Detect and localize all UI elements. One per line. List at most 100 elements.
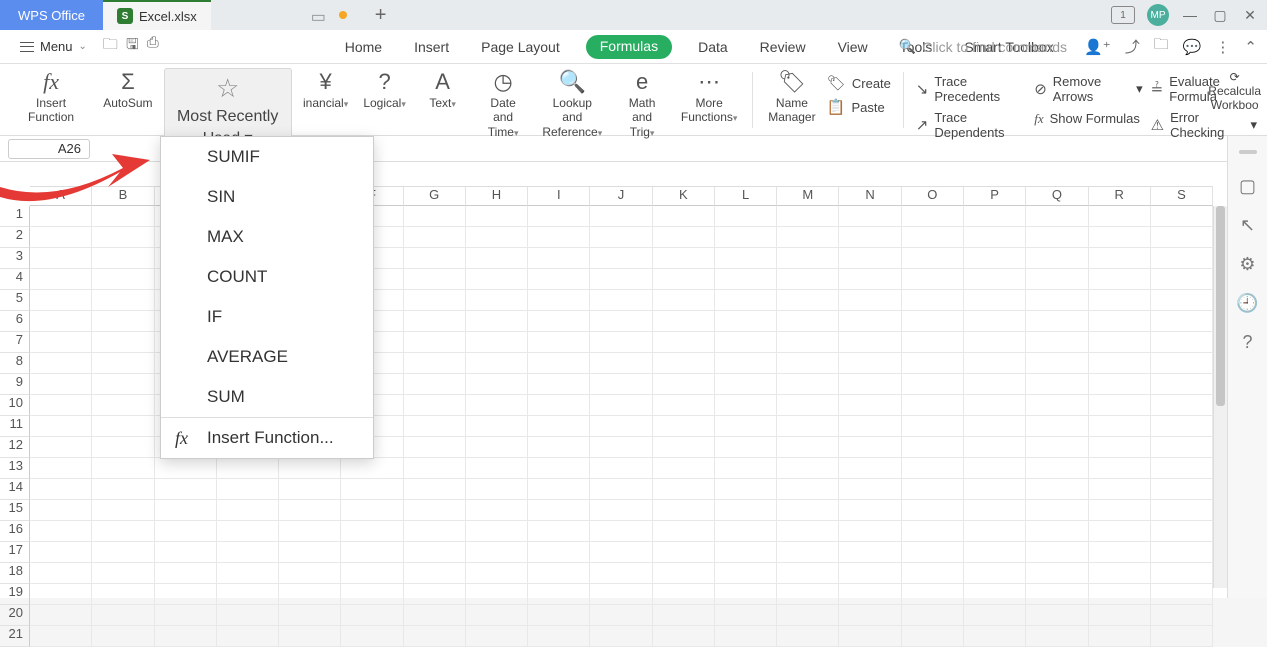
cell[interactable] <box>715 458 777 479</box>
cell[interactable] <box>1151 584 1213 605</box>
cell[interactable] <box>715 584 777 605</box>
cell[interactable] <box>466 605 528 626</box>
cell[interactable] <box>528 269 590 290</box>
cell[interactable] <box>528 542 590 563</box>
cell[interactable] <box>964 227 1026 248</box>
cell[interactable] <box>777 353 839 374</box>
cell[interactable] <box>1026 311 1088 332</box>
cell[interactable] <box>715 374 777 395</box>
cell[interactable] <box>30 206 92 227</box>
cell[interactable] <box>217 479 279 500</box>
cell[interactable] <box>1089 521 1151 542</box>
cell[interactable] <box>466 542 528 563</box>
col-header[interactable]: K <box>653 186 715 206</box>
cell[interactable] <box>777 290 839 311</box>
cell[interactable] <box>279 500 341 521</box>
cell[interactable] <box>30 332 92 353</box>
cell[interactable] <box>964 437 1026 458</box>
cell[interactable] <box>964 605 1026 626</box>
cell[interactable] <box>217 521 279 542</box>
cell[interactable] <box>1089 269 1151 290</box>
close-button[interactable]: ✕ <box>1241 6 1259 24</box>
cell[interactable] <box>902 395 964 416</box>
cell[interactable] <box>1026 605 1088 626</box>
folder-icon[interactable]: 🗀 <box>1154 34 1169 59</box>
cell[interactable] <box>404 584 466 605</box>
cell[interactable] <box>715 248 777 269</box>
cell[interactable] <box>155 521 217 542</box>
cell[interactable] <box>404 353 466 374</box>
cell[interactable] <box>1151 395 1213 416</box>
cell[interactable] <box>839 437 901 458</box>
scrollbar-thumb[interactable] <box>1216 206 1225 406</box>
cell[interactable] <box>404 563 466 584</box>
cell[interactable] <box>902 269 964 290</box>
cell[interactable] <box>1089 353 1151 374</box>
cell[interactable] <box>902 626 964 647</box>
cell[interactable] <box>590 584 652 605</box>
cell[interactable] <box>1089 479 1151 500</box>
row-header[interactable]: 9 <box>0 374 30 395</box>
window-counter[interactable]: 1 <box>1111 6 1135 24</box>
cell[interactable] <box>590 605 652 626</box>
cell[interactable] <box>466 227 528 248</box>
cell[interactable] <box>528 248 590 269</box>
col-header[interactable]: I <box>528 186 590 206</box>
cell[interactable] <box>92 269 154 290</box>
chat-icon[interactable]: 💬 <box>1183 38 1202 56</box>
cell[interactable] <box>30 374 92 395</box>
cell[interactable] <box>839 458 901 479</box>
cell[interactable] <box>1026 563 1088 584</box>
cell[interactable] <box>30 521 92 542</box>
row-header[interactable]: 14 <box>0 479 30 500</box>
cell[interactable] <box>30 563 92 584</box>
cell[interactable] <box>92 248 154 269</box>
cell[interactable] <box>1151 248 1213 269</box>
cell[interactable] <box>279 605 341 626</box>
cell[interactable] <box>590 626 652 647</box>
cell[interactable] <box>839 542 901 563</box>
col-header[interactable]: S <box>1151 186 1213 206</box>
minimize-button[interactable]: — <box>1181 6 1199 24</box>
cell[interactable] <box>777 521 839 542</box>
recalculate-button[interactable]: ⟳ Recalcula Workboo <box>1208 70 1261 112</box>
cell[interactable] <box>902 227 964 248</box>
cell[interactable] <box>1026 458 1088 479</box>
cell[interactable] <box>777 605 839 626</box>
cell[interactable] <box>1151 290 1213 311</box>
cell[interactable] <box>590 500 652 521</box>
cell[interactable] <box>777 332 839 353</box>
sidebar-handle[interactable] <box>1239 150 1257 154</box>
cell[interactable] <box>653 605 715 626</box>
cell[interactable] <box>404 521 466 542</box>
cell[interactable] <box>217 458 279 479</box>
cell[interactable] <box>1026 332 1088 353</box>
cell[interactable] <box>839 563 901 584</box>
cell[interactable] <box>964 290 1026 311</box>
cell[interactable] <box>964 374 1026 395</box>
col-header[interactable]: L <box>715 186 777 206</box>
row-header[interactable]: 3 <box>0 248 30 269</box>
col-header[interactable]: Q <box>1026 186 1088 206</box>
col-header[interactable]: G <box>404 186 466 206</box>
cell[interactable] <box>964 542 1026 563</box>
dropdown-item-sumif[interactable]: SUMIF <box>161 137 373 177</box>
cell[interactable] <box>341 626 403 647</box>
task-pane-icon[interactable]: ▢ <box>1239 176 1256 197</box>
cell[interactable] <box>528 416 590 437</box>
cell[interactable] <box>1026 290 1088 311</box>
cell[interactable] <box>30 269 92 290</box>
tab-page-layout[interactable]: Page Layout <box>475 35 566 59</box>
tab-view[interactable]: View <box>832 35 874 59</box>
cell[interactable] <box>155 458 217 479</box>
cell[interactable] <box>528 479 590 500</box>
cell[interactable] <box>902 584 964 605</box>
math-trig-button[interactable]: e Math and Trig▾ <box>614 68 670 141</box>
settings-sliders-icon[interactable]: ⚙ <box>1239 254 1255 275</box>
cell[interactable] <box>466 269 528 290</box>
cell[interactable] <box>92 206 154 227</box>
cell[interactable] <box>30 479 92 500</box>
cell[interactable] <box>964 269 1026 290</box>
tab-formulas[interactable]: Formulas <box>586 35 672 59</box>
cell[interactable] <box>1026 374 1088 395</box>
